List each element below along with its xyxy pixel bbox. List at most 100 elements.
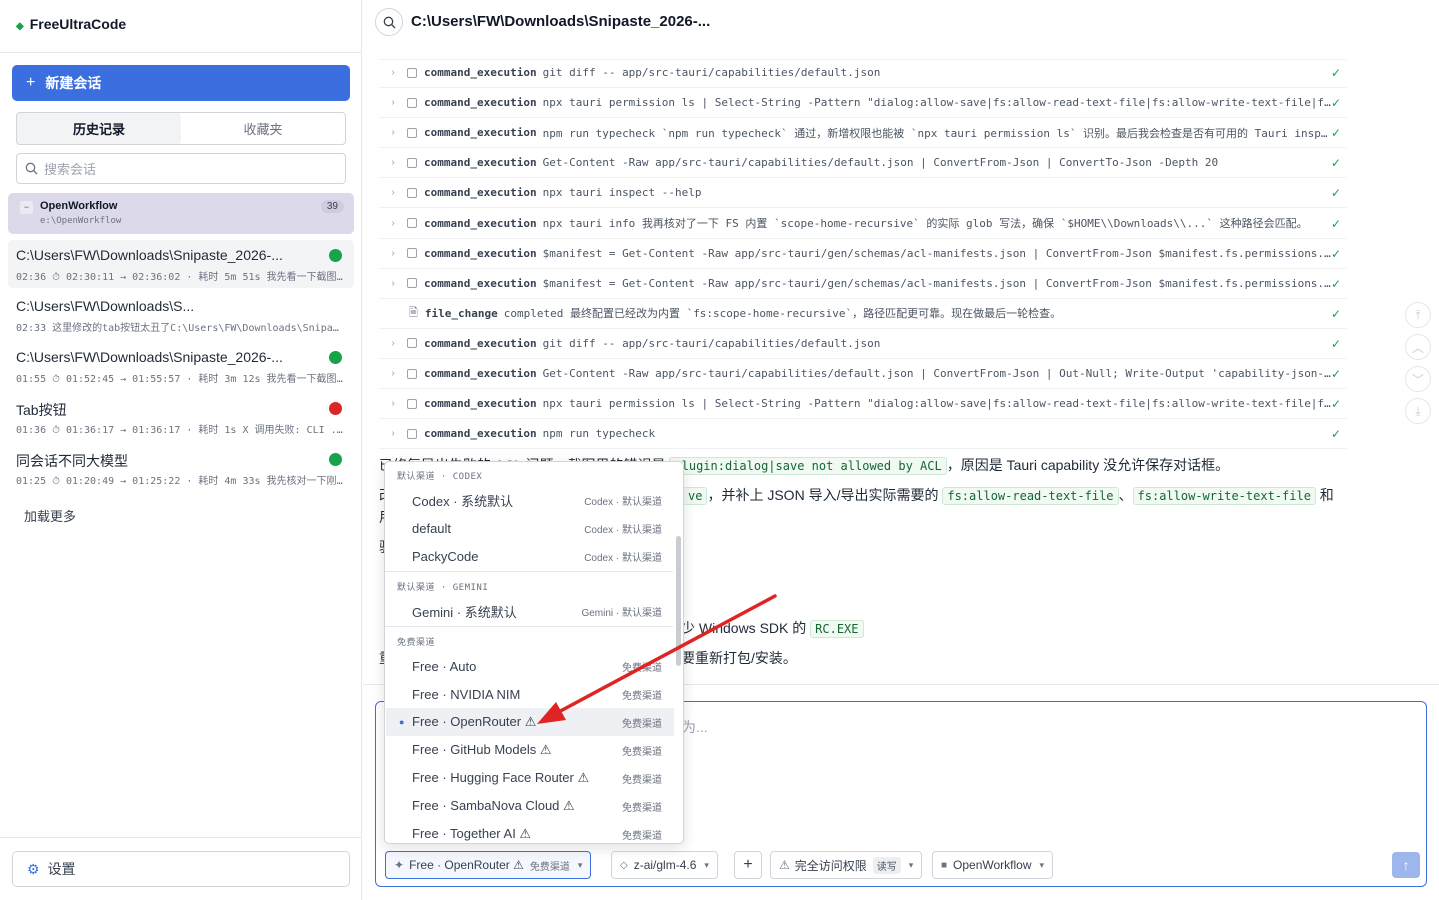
session-search-input[interactable]: 搜索会话 (16, 153, 346, 184)
arrow-up-bar-icon: ⤒ (1415, 307, 1421, 322)
chevron-right-icon[interactable]: › (379, 338, 407, 349)
log-row[interactable]: › command_execution git diff -- app/src-ta… (379, 58, 1347, 88)
dropdown-option[interactable]: Free · NVIDIA NIM 免费渠道 (386, 680, 674, 708)
scroll-top-button[interactable]: ⤒ (1405, 302, 1431, 328)
model-select[interactable]: ◇ z-ai/glm-4.6 ▾ (611, 851, 718, 879)
check-icon: ✓ (1330, 96, 1341, 111)
chevron-right-icon[interactable]: › (379, 157, 407, 168)
check-icon: ✓ (1330, 306, 1341, 321)
scroll-down-button[interactable]: ﹀ (1405, 366, 1431, 392)
log-kind: command_execution (424, 336, 537, 350)
send-button[interactable]: ↑ (1392, 852, 1420, 878)
option-tag: 免费渠道 (622, 830, 662, 842)
brand-logo-icon: ◆ (16, 21, 24, 32)
log-kind: command_execution (424, 367, 537, 380)
dropdown-option[interactable]: Free · Hugging Face Router ⚠ 免费渠道 (386, 764, 674, 792)
answer-text: 、 (1118, 487, 1133, 503)
chevron-right-icon[interactable]: › (379, 428, 407, 439)
add-button[interactable]: + (734, 851, 762, 879)
session-item[interactable]: C:\Users\FW\Downloads\Snipaste_2026-... 0… (8, 342, 354, 390)
execution-log: › command_execution git diff -- app/src-ta… (379, 44, 1347, 459)
session-title: C:\Users\FW\Downloads\S... (16, 298, 195, 314)
new-chat-button[interactable]: + 新建会话 (12, 65, 350, 101)
option-tag: 免费渠道 (622, 774, 662, 786)
chevron-right-icon[interactable]: › (379, 368, 407, 379)
check-icon: ✓ (1330, 186, 1341, 201)
session-item[interactable]: C:\Users\FW\Downloads\S... 02:33 这里修改的tab… (8, 291, 354, 339)
chevron-right-icon[interactable]: › (379, 67, 407, 78)
option-label: Free · Auto (412, 658, 477, 674)
project-select[interactable]: ■ OpenWorkflow ▾ (932, 851, 1054, 879)
session-item[interactable]: 同会话不同大模型 01:25 ⏱ 01:20:49 → 01:25:22 · 耗时… (8, 444, 354, 492)
chevron-right-icon[interactable]: › (379, 127, 407, 138)
log-text: npx tauri inspect --help (542, 186, 702, 200)
model-channel-select[interactable]: ✦ Free · OpenRouter ⚠ 免费渠道 ▾ (385, 851, 592, 879)
log-row[interactable]: › command_execution $manifest = Get-Conten… (379, 239, 1347, 269)
dropdown-option[interactable]: PackyCode Codex · 默认渠道 (386, 542, 674, 570)
log-row[interactable]: › command_execution npx tauri permission l… (379, 88, 1347, 119)
dropdown-option[interactable]: default Codex · 默认渠道 (386, 514, 674, 542)
log-row[interactable]: › command_execution Get-Content -Raw app/s… (379, 148, 1347, 179)
dropdown-option[interactable]: ● Free · OpenRouter ⚠ 免费渠道 (386, 708, 674, 736)
option-label: default (412, 520, 452, 536)
page-title: C:\Users\FW\Downloads\Snipaste_2026-... (411, 13, 711, 30)
session-item[interactable]: C:\Users\FW\Downloads\Snipaste_2026-... 0… (8, 240, 354, 288)
tab-favorites[interactable]: 收藏夹 (181, 113, 345, 144)
log-row[interactable]: › command_execution $manifest = Get-Conten… (379, 269, 1347, 299)
chevron-right-icon[interactable]: › (379, 248, 407, 259)
search-button[interactable] (375, 8, 403, 36)
settings-button[interactable]: ⚙ 设置 (12, 851, 350, 887)
check-icon: ✓ (1330, 126, 1341, 141)
tab-history[interactable]: 历史记录 (17, 113, 181, 144)
dropdown-divider (385, 626, 673, 627)
divider (0, 837, 362, 838)
chevron-right-icon[interactable]: › (379, 97, 407, 108)
chevron-right-icon[interactable]: › (379, 218, 407, 229)
log-row[interactable]: › command_execution npm run typecheck ✓ (379, 419, 1347, 450)
dropdown-option[interactable]: Free · Auto 免费渠道 (386, 652, 674, 680)
dropdown-section-header: 默认渠道 · GEMINI (397, 583, 489, 593)
sparkle-icon: ✦ (394, 858, 405, 872)
chevron-down-icon: ▾ (1039, 859, 1045, 870)
log-kind: command_execution (424, 246, 537, 260)
answer-text: ，并补上 JSON 导入/导出实际需要的 (707, 487, 943, 503)
chevron-right-icon[interactable]: › (379, 278, 407, 289)
session-item[interactable]: Tab按钮 01:36 ⏱ 01:36:17 → 01:36:17 · 耗时 1s… (8, 393, 354, 441)
log-kind: command_execution (424, 186, 537, 200)
dropdown-option[interactable]: Free · GitHub Models ⚠ 免费渠道 (386, 736, 674, 764)
log-kind: command_execution (424, 216, 537, 230)
dropdown-section-header: 免费渠道 (397, 638, 436, 648)
log-row[interactable]: › command_execution npx tauri permission l… (379, 389, 1347, 420)
scroll-up-button[interactable]: ︿ (1405, 334, 1431, 360)
dropdown-option[interactable]: Free · SambaNova Cloud ⚠ 免费渠道 (386, 792, 674, 820)
log-row[interactable]: › command_execution npm run typecheck `npm… (379, 118, 1347, 149)
collapse-icon[interactable]: − (20, 201, 33, 214)
status-dot-icon (329, 249, 342, 262)
session-title: C:\Users\FW\Downloads\Snipaste_2026-... (16, 349, 283, 365)
dropdown-option[interactable]: Free · Together AI ⚠ 免费渠道 (386, 820, 674, 843)
dropdown-option[interactable]: Codex · 系统默认 Codex · 默认渠道 (386, 486, 674, 514)
log-row[interactable]: › command_execution Get-Content -Raw app/s… (379, 359, 1347, 389)
dropdown-scrollbar[interactable] (676, 536, 681, 666)
log-row[interactable]: › command_execution npx tauri inspect --he… (379, 178, 1347, 209)
model-channel-dropdown: 默认渠道 · CODEX Codex · 系统默认 Codex · 默认渠道 defa… (384, 461, 684, 844)
permission-select[interactable]: ⚠ 完全访问权限 读写 ▾ (770, 851, 923, 879)
log-row[interactable]: › command_execution git diff -- app/src-ta… (379, 329, 1347, 359)
chevron-right-icon[interactable]: › (379, 398, 407, 409)
log-row[interactable]: › command_execution npx tauri info 我再核对了一下… (379, 209, 1347, 239)
option-label: Free · OpenRouter ⚠ (412, 714, 537, 729)
chevron-down-icon: ▾ (577, 859, 583, 870)
dropdown-option[interactable]: Gemini · 系统默认 Gemini · 默认渠道 (386, 597, 674, 625)
message-input[interactable]: 为... (682, 717, 708, 737)
option-tag: Gemini · 默认渠道 (581, 607, 662, 619)
warning-icon: ⚠ (779, 858, 790, 872)
new-chat-label: 新建会话 (45, 75, 102, 91)
scroll-bottom-button[interactable]: ⤓ (1405, 398, 1431, 424)
log-row[interactable]: 🗎 file_change completed 最终配置已经改为内置 `fs:sco… (379, 299, 1347, 329)
session-meta: 01:36 ⏱ 01:36:17 → 01:36:17 · 耗时 1s X 调用… (16, 425, 344, 436)
session-title: 同会话不同大模型 (16, 453, 128, 469)
chevron-right-icon[interactable]: › (379, 187, 407, 198)
load-more-button[interactable]: 加载更多 (24, 506, 76, 525)
project-group-openworkflow[interactable]: − OpenWorkflow e:\OpenWorkflow 39 (8, 193, 354, 234)
option-tag: 免费渠道 (622, 802, 662, 814)
